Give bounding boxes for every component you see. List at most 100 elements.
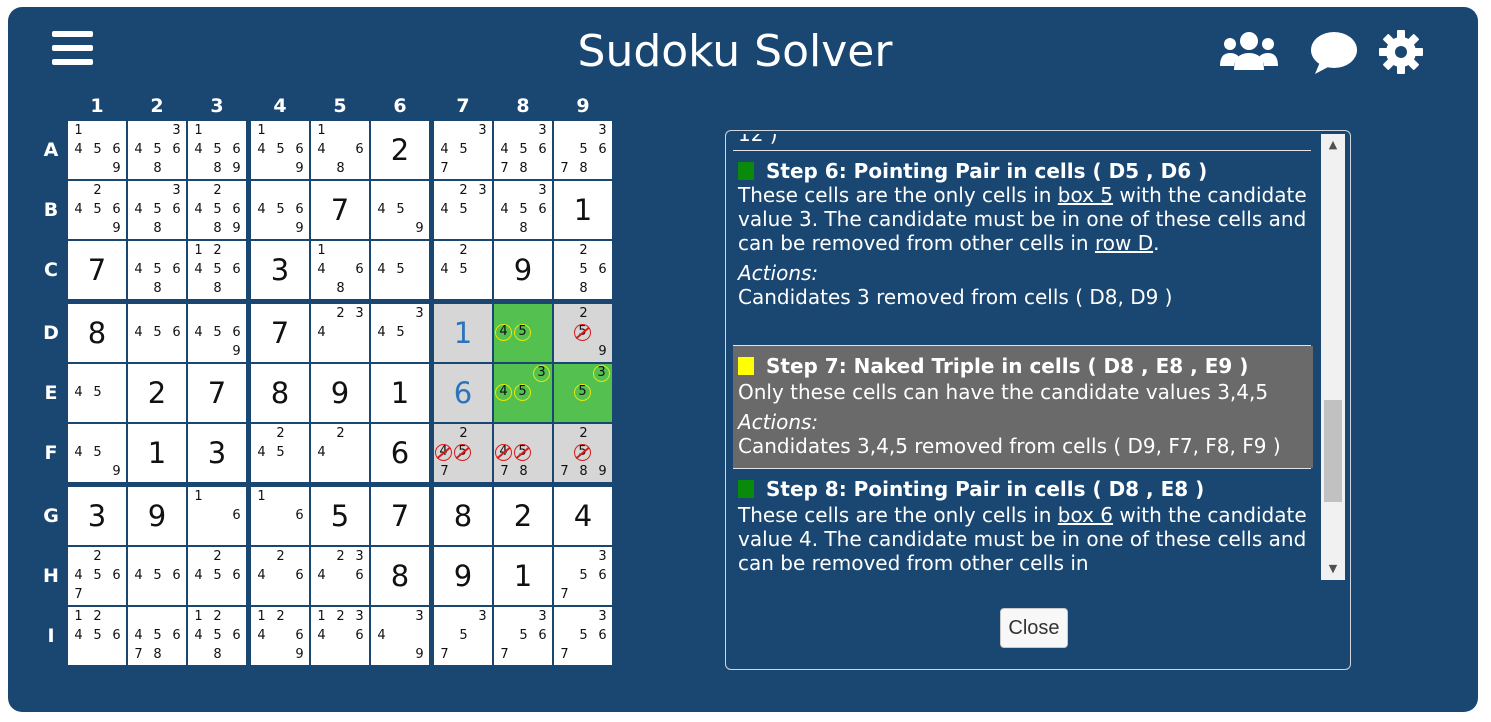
sudoku-cell[interactable]: 23 4 — [311, 304, 369, 362]
row-link[interactable]: row D — [1095, 231, 1153, 255]
sudoku-cell[interactable]: 35 — [554, 364, 612, 422]
sudoku-cell[interactable]: 3 — [188, 424, 246, 482]
candidate-digit: 4 — [134, 202, 143, 217]
sudoku-cell[interactable]: 356 7 — [554, 547, 612, 605]
sudoku-cell[interactable]: 245 — [251, 424, 309, 482]
sudoku-cell[interactable]: 3 456 78 — [494, 121, 552, 179]
sudoku-cell[interactable]: 7 — [311, 181, 369, 239]
candidate-digit: 4 — [435, 444, 452, 461]
sudoku-cell[interactable]: 456 — [128, 304, 186, 362]
sudoku-cell[interactable]: 4578 — [494, 424, 552, 482]
sudoku-cell[interactable]: 1 4 68 — [311, 121, 369, 179]
sudoku-cell[interactable]: 456 78 — [128, 607, 186, 665]
sudoku-cell[interactable]: 7 — [251, 304, 309, 362]
sudoku-cell[interactable]: 45 — [371, 241, 429, 299]
sudoku-cell[interactable]: 23 4 6 — [311, 547, 369, 605]
sudoku-cell[interactable]: 2 5789 — [554, 424, 612, 482]
sudoku-cell[interactable]: 6 — [371, 424, 429, 482]
sudoku-cell[interactable]: 4 — [554, 487, 612, 545]
sudoku-cell[interactable]: 124568 — [188, 241, 246, 299]
box-link[interactable]: box 6 — [1058, 503, 1113, 527]
sudoku-cell[interactable]: 3 — [251, 241, 309, 299]
sudoku-cell[interactable]: 1 — [494, 547, 552, 605]
sudoku-cell[interactable]: 3 — [68, 487, 126, 545]
sudoku-cell[interactable]: 4568 — [128, 241, 186, 299]
sudoku-cell[interactable]: 3 4568 — [494, 181, 552, 239]
sudoku-cell[interactable]: 45 — [68, 364, 126, 422]
sudoku-cell[interactable]: 3 4 9 — [371, 607, 429, 665]
sudoku-cell[interactable]: 356 7 — [494, 607, 552, 665]
users-icon[interactable] — [1219, 30, 1279, 74]
sudoku-cell[interactable]: 1 — [554, 181, 612, 239]
sudoku-cell[interactable]: 5 — [311, 487, 369, 545]
sudoku-cell[interactable]: 3 45 — [371, 304, 429, 362]
sudoku-cell[interactable]: 2 — [128, 364, 186, 422]
sudoku-cell[interactable]: 7 — [371, 487, 429, 545]
candidate-digit: 3 — [538, 123, 547, 138]
sudoku-cell[interactable]: 456 9 — [188, 304, 246, 362]
candidate-digit: 6 — [295, 568, 304, 583]
sudoku-cell[interactable]: 8 — [434, 487, 492, 545]
sudoku-cell[interactable]: 1 45689 — [188, 121, 246, 179]
steps-scrollbar[interactable]: ▲ ▼ — [1321, 134, 1345, 580]
sudoku-cell[interactable]: 2456 — [188, 547, 246, 605]
sudoku-cell[interactable]: 16 — [188, 487, 246, 545]
sudoku-cell[interactable]: 2 59 — [554, 304, 612, 362]
sudoku-cell[interactable]: 1 — [128, 424, 186, 482]
sudoku-cell[interactable]: 12456 — [68, 607, 126, 665]
sudoku-cell[interactable]: 24 6 — [251, 547, 309, 605]
sudoku-cell[interactable]: 6 — [434, 364, 492, 422]
sudoku-cell[interactable]: 9 — [128, 487, 186, 545]
sudoku-cell[interactable]: 2456 7 — [68, 547, 126, 605]
sudoku-cell[interactable]: 2 — [494, 487, 552, 545]
sudoku-cell[interactable]: 3 4568 — [128, 121, 186, 179]
box-link[interactable]: box 5 — [1058, 183, 1113, 207]
sudoku-cell[interactable]: 8 — [371, 547, 429, 605]
sudoku-cell[interactable]: 45 — [494, 304, 552, 362]
scroll-down-arrow-icon[interactable]: ▼ — [1321, 558, 1345, 580]
sudoku-cell[interactable]: 124 6 9 — [251, 607, 309, 665]
sudoku-cell[interactable]: 3 45 — [494, 364, 552, 422]
settings-gear-icon[interactable] — [1378, 29, 1424, 75]
sudoku-cell[interactable]: 8 — [68, 304, 126, 362]
sudoku-cell[interactable]: 245 — [434, 241, 492, 299]
sudoku-cell[interactable]: 1 4 68 — [311, 241, 369, 299]
candidate-digit: 9 — [415, 221, 424, 236]
sudoku-cell[interactable]: 456 — [128, 547, 186, 605]
candidate-digit: 2 — [579, 243, 588, 258]
sudoku-cell[interactable]: 1 — [371, 364, 429, 422]
sudoku-cell[interactable]: 459 — [68, 424, 126, 482]
sudoku-cell[interactable]: 7 — [188, 364, 246, 422]
sudoku-cell[interactable]: 456 9 — [251, 181, 309, 239]
scroll-up-arrow-icon[interactable]: ▲ — [1321, 134, 1345, 156]
candidate-digit: 5 — [213, 142, 222, 157]
scrollbar-thumb[interactable] — [1324, 400, 1342, 502]
sudoku-cell[interactable]: 459 — [371, 181, 429, 239]
sudoku-cell[interactable]: 23 45 — [434, 181, 492, 239]
sudoku-cell[interactable]: 1 456 9 — [68, 121, 126, 179]
sudoku-cell[interactable]: 3 457 — [434, 121, 492, 179]
sudoku-cell[interactable]: 2 — [371, 121, 429, 179]
sudoku-cell[interactable]: 124568 — [188, 607, 246, 665]
sudoku-cell[interactable]: 356 78 — [554, 121, 612, 179]
chat-icon[interactable] — [1309, 30, 1359, 76]
sudoku-cell[interactable]: 3 4568 — [128, 181, 186, 239]
sudoku-cell[interactable]: 356 7 — [554, 607, 612, 665]
sudoku-cell[interactable]: 2457 — [434, 424, 492, 482]
sudoku-cell[interactable]: 2 568 — [554, 241, 612, 299]
sudoku-cell[interactable]: 8 — [251, 364, 309, 422]
sudoku-cell[interactable]: 9 — [311, 364, 369, 422]
sudoku-cell[interactable]: 2456 9 — [68, 181, 126, 239]
sudoku-cell[interactable]: 9 — [434, 547, 492, 605]
sudoku-cell[interactable]: 24 — [311, 424, 369, 482]
candidate-digit: 4 — [317, 262, 326, 277]
sudoku-cell[interactable]: 245689 — [188, 181, 246, 239]
sudoku-cell[interactable]: 7 — [68, 241, 126, 299]
sudoku-cell[interactable]: 1 456 9 — [251, 121, 309, 179]
close-button[interactable]: Close — [1000, 608, 1068, 648]
sudoku-cell[interactable]: 1 — [434, 304, 492, 362]
sudoku-cell[interactable]: 357 — [434, 607, 492, 665]
sudoku-cell[interactable]: 9 — [494, 241, 552, 299]
sudoku-cell[interactable]: 16 — [251, 487, 309, 545]
sudoku-cell[interactable]: 123 4 6 — [311, 607, 369, 665]
